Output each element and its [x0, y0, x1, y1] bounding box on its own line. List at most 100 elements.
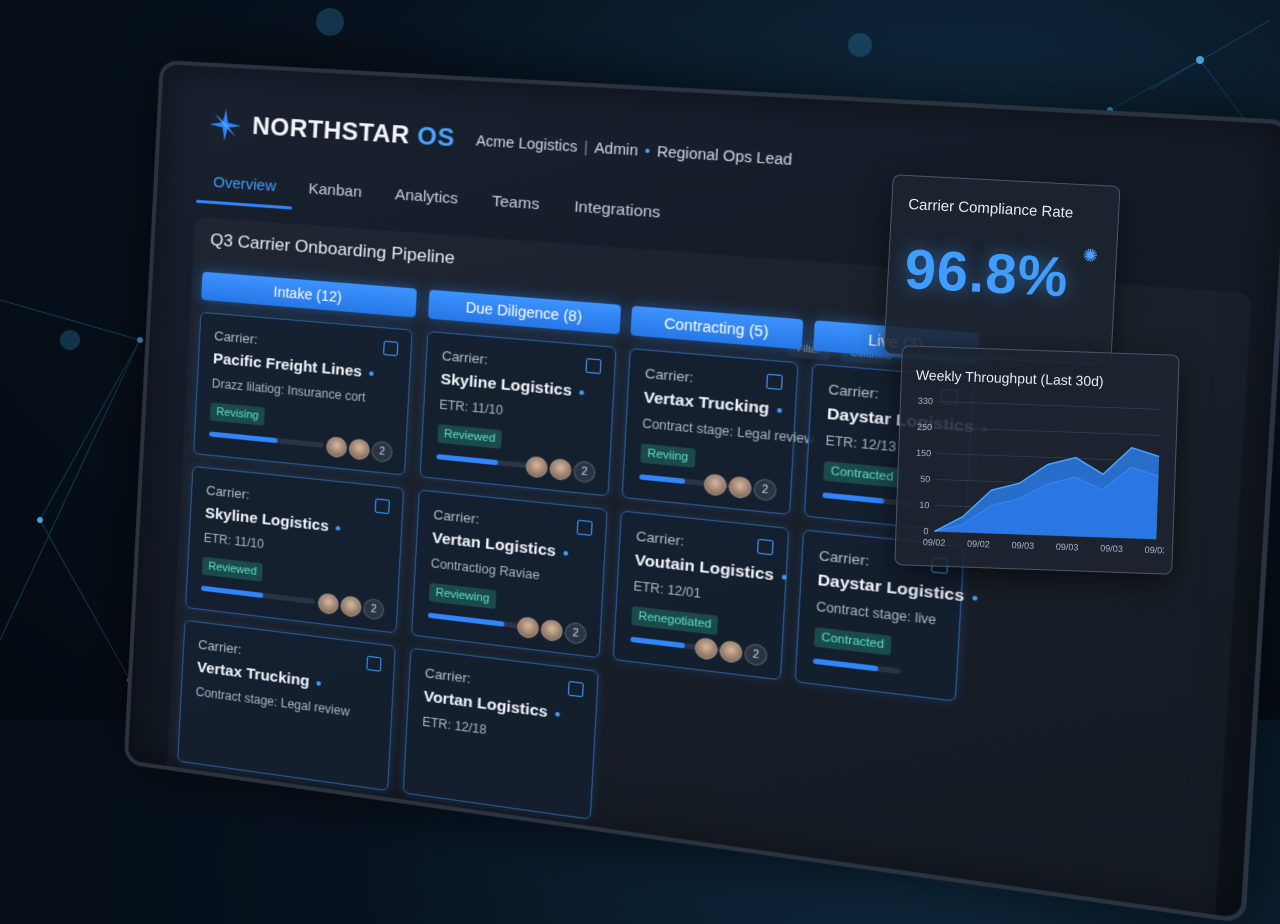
carrier-card[interactable]: Carrier: Vertan Logistics ● Contractiog R… [411, 489, 608, 659]
document-icon[interactable] [366, 655, 382, 672]
carrier-name: Vertax Trucking ● [643, 388, 784, 418]
assignee-avatars[interactable]: 2 [317, 592, 385, 621]
compliance-value: 96.8% [903, 236, 1071, 309]
status-badge: Reviewed [201, 556, 264, 582]
avatar-count: 2 [362, 597, 385, 621]
card-detail: Drazz lilatiog: Insurance cort [211, 376, 366, 405]
avatar [728, 475, 752, 500]
tab-overview[interactable]: Overview [196, 166, 294, 210]
card-label: Carrier: [213, 328, 259, 347]
assignee-avatars[interactable]: 2 [703, 473, 778, 502]
document-icon[interactable] [567, 680, 584, 698]
carrier-card[interactable]: Carrier: Vortan Logistics ● ETR: 12/18 [402, 647, 599, 820]
x-tick-label: 09/02 [923, 537, 946, 548]
avatar [340, 595, 362, 618]
status-badge: Contracted [823, 461, 902, 488]
carrier-name: Vertan Logistics ● [431, 529, 570, 561]
board-title: Q3 Carrier Onboarding Pipeline [209, 229, 456, 268]
carrier-card[interactable]: Carrier: Vertax Trucking ● Contract stage… [621, 348, 814, 516]
card-detail: ETR: 11/10 [203, 530, 265, 552]
progress-bar [201, 585, 316, 605]
y-tick-label: 10 [919, 500, 929, 510]
y-tick-label: 150 [916, 448, 931, 459]
y-tick-label: 0 [923, 526, 928, 536]
y-tick-label: 330 [918, 396, 933, 407]
compliance-widget[interactable]: Carrier Compliance Rate 96.8% ✺ [883, 174, 1121, 366]
card-label: Carrier: [424, 665, 472, 687]
carrier-name: Pacific Freight Lines ● [212, 350, 375, 381]
throughput-chart: 0 10 50 150 250 330 09/02 09/02 09/03 09/03 09/03 0… [916, 396, 1167, 556]
x-tick-label: 09/03 [1011, 540, 1034, 551]
document-icon[interactable] [576, 519, 593, 536]
tab-kanban[interactable]: Kanban [291, 173, 379, 216]
progress-bar [436, 453, 540, 470]
kanban-column: Contracting (5) Carrier: Vertax Trucking ●… [612, 305, 814, 681]
status-badge: Reviewed [437, 424, 503, 449]
card-detail: ETR: 12/18 [421, 714, 487, 738]
document-icon[interactable] [585, 358, 602, 375]
avatar [317, 592, 340, 616]
avatar-count: 2 [564, 621, 588, 646]
carrier-card[interactable]: Carrier: Voutain Logistics ● ETR: 12/01 Re… [612, 510, 790, 681]
avatar [348, 438, 371, 461]
throughput-widget[interactable]: Weekly Throughput (Last 30d) 0 10 50 150 250… [894, 345, 1180, 575]
progress-bar [427, 612, 531, 630]
avatar-count: 2 [371, 440, 394, 463]
document-icon[interactable] [766, 373, 783, 391]
document-icon[interactable] [383, 340, 399, 357]
card-label: Carrier: [644, 365, 694, 386]
avatar [703, 473, 728, 497]
x-tick-label: 09/02 [967, 539, 990, 550]
y-tick-label: 50 [920, 474, 930, 484]
card-label: Carrier: [205, 482, 251, 503]
assignee-avatars[interactable]: 2 [525, 455, 596, 484]
card-detail: ETR: 11/10 [438, 397, 504, 418]
assignee-avatars[interactable]: 2 [694, 636, 768, 667]
carrier-card[interactable]: Carrier: Pacific Freight Lines ● Drazz li… [193, 311, 413, 476]
card-detail: Contract stage: Legal review [641, 416, 815, 448]
status-badge: Renegotiated [631, 606, 719, 636]
avatar-count: 2 [572, 460, 596, 484]
org-name: Acme Logistics [475, 132, 578, 155]
account-info[interactable]: Acme Logistics | Admin • Regional Ops Lead [476, 132, 793, 168]
assignee-avatars[interactable]: 2 [516, 615, 588, 646]
column-header[interactable]: Due Diligence (8) [428, 289, 622, 335]
card-label: Carrier: [432, 506, 480, 527]
avatar [719, 639, 743, 664]
column-header[interactable]: Contracting (5) [630, 305, 804, 350]
x-tick-label: 09/03 [1100, 543, 1123, 554]
avatar [525, 455, 549, 479]
compliance-title: Carrier Compliance Rate [907, 196, 1074, 222]
carrier-card[interactable]: Carrier: Skyline Logistics ● ETR: 11/10 Re… [185, 465, 405, 634]
carrier-name: Skyline Logistics ● [440, 370, 586, 400]
x-tick-label: 09/03 [1144, 545, 1167, 556]
carrier-card[interactable]: Carrier: Skyline Logistics ● ETR: 11/10 Re… [419, 330, 617, 497]
grid-line [938, 427, 1160, 436]
status-badge: Revising [209, 402, 266, 426]
document-icon[interactable] [374, 498, 390, 515]
avatar [694, 636, 718, 661]
sparkle-icon: ✺ [1082, 245, 1099, 266]
progress-bar [209, 431, 324, 448]
card-label: Carrier: [197, 636, 242, 658]
column-header[interactable]: Intake (12) [201, 271, 417, 318]
app-brand: NORTHSTAR OS [251, 112, 456, 153]
avatar [549, 457, 572, 482]
tab-analytics[interactable]: Analytics [377, 179, 476, 223]
tab-integrations[interactable]: Integrations [556, 191, 679, 237]
card-label: Carrier: [818, 547, 870, 569]
series-area [934, 447, 1160, 540]
x-tick-label: 09/03 [1056, 542, 1079, 553]
card-detail: ETR: 12/01 [632, 578, 702, 602]
user-title: Regional Ops Lead [656, 142, 793, 169]
kanban-column: Due Diligence (8) Carrier: Skyline Logist… [402, 289, 622, 820]
northstar-logo-icon [208, 108, 243, 143]
assignee-avatars[interactable]: 2 [325, 435, 394, 463]
avatar-count: 2 [743, 642, 768, 667]
document-icon[interactable] [756, 538, 774, 556]
app-header: NORTHSTAR OS Acme Logistics | Admin • Region… [207, 107, 793, 178]
carrier-card[interactable]: Carrier: Vertax Trucking ● Contract stage… [177, 619, 396, 792]
y-tick-label: 250 [917, 422, 932, 433]
tab-teams[interactable]: Teams [474, 185, 558, 228]
avatar [540, 618, 564, 643]
